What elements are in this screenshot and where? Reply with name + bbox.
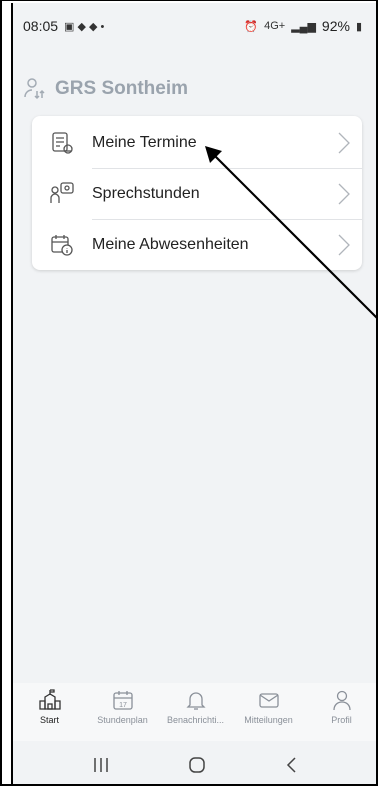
person-icon bbox=[332, 690, 351, 711]
calendar-17-icon: 17 bbox=[112, 691, 133, 710]
battery-percent: 92% bbox=[321, 18, 350, 34]
menu-item-sprechstunden[interactable]: Sprechstunden bbox=[32, 169, 362, 219]
signal-icon: ▂▄▆ bbox=[291, 20, 316, 33]
menu-item-label: Sprechstunden bbox=[92, 185, 200, 202]
school-name: GRS Sontheim bbox=[55, 78, 189, 99]
menu-item-label: Meine Termine bbox=[92, 134, 197, 151]
app-screen: 08:05 ▣ ◆ ◆ • ⏰ 4G+ ▂▄▆ 92% ▮ GRS Sonthe… bbox=[11, 3, 376, 784]
tab-label: Start bbox=[39, 715, 59, 725]
chevron-right-icon bbox=[338, 132, 350, 154]
status-bar: 08:05 ▣ ◆ ◆ • ⏰ 4G+ ▂▄▆ 92% ▮ bbox=[13, 3, 376, 49]
bottom-navigation: Start 17 Stundenplan Benachrichti... Mit… bbox=[13, 683, 376, 741]
tab-label: Profil bbox=[331, 715, 352, 725]
consultation-icon bbox=[50, 182, 74, 203]
mail-icon bbox=[258, 693, 279, 708]
calendar-date: 17 bbox=[119, 702, 127, 709]
back-icon[interactable] bbox=[285, 756, 299, 774]
home-icon[interactable] bbox=[188, 756, 206, 774]
alarm-icon: ⏰ bbox=[244, 20, 259, 33]
system-navigation bbox=[13, 743, 376, 784]
menu-item-meine-termine[interactable]: Meine Termine bbox=[32, 118, 362, 168]
tab-stundenplan[interactable]: 17 Stundenplan bbox=[86, 683, 159, 741]
chevron-right-icon bbox=[338, 183, 350, 205]
menu-item-label: Meine Abwesenheiten bbox=[92, 236, 249, 253]
notification-icons: ▣ ◆ ◆ • bbox=[64, 20, 105, 33]
menu-item-meine-abwesenheiten[interactable]: Meine Abwesenheiten bbox=[32, 220, 362, 270]
tab-label: Stundenplan bbox=[97, 715, 148, 725]
school-header[interactable]: GRS Sontheim bbox=[13, 69, 376, 109]
phone-frame: 08:05 ▣ ◆ ◆ • ⏰ 4G+ ▂▄▆ 92% ▮ GRS Sonthe… bbox=[0, 0, 378, 786]
tab-label: Mitteilungen bbox=[244, 715, 293, 725]
calendar-doc-icon bbox=[52, 132, 73, 154]
tab-start[interactable]: Start bbox=[13, 683, 86, 741]
switch-user-icon bbox=[24, 78, 45, 100]
tab-benachrichtigungen[interactable]: Benachrichti... bbox=[159, 683, 232, 741]
recents-icon[interactable] bbox=[92, 757, 110, 773]
tab-label: Benachrichti... bbox=[166, 715, 225, 725]
tab-profil[interactable]: Profil bbox=[305, 683, 376, 741]
chevron-right-icon bbox=[338, 234, 350, 256]
bell-icon bbox=[185, 692, 206, 710]
menu-card: Meine Termine Sprechstunden Meine Abwese… bbox=[32, 116, 362, 270]
tab-mitteilungen[interactable]: Mitteilungen bbox=[232, 683, 305, 741]
school-icon bbox=[38, 689, 61, 710]
battery-icon: ▮ bbox=[355, 20, 362, 33]
clock: 08:05 bbox=[23, 18, 59, 34]
network-type: 4G+ bbox=[264, 20, 286, 32]
calendar-info-icon bbox=[51, 235, 73, 256]
